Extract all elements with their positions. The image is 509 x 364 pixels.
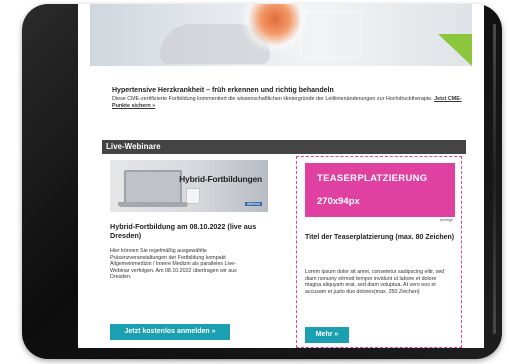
tablet-device: Hypertensive Herzkrankheit – früh erkenn…: [22, 4, 502, 359]
tablet-edge: [493, 24, 496, 334]
article-block: Hypertensive Herzkrankheit – früh erkenn…: [112, 86, 462, 110]
device-shadow: [30, 354, 490, 362]
hero-green-accent: [438, 34, 472, 66]
laptop-illustration: [124, 170, 182, 206]
teaser-line-1: TEASERPLATZIERUNG: [317, 173, 428, 184]
article-text: Diese CME-zertifizierte Fortbildung komm…: [112, 96, 433, 102]
teaser-title: Titel der Teaserplatzierung (max. 80 Zei…: [305, 234, 455, 241]
teaser-placement-card: TEASERPLATZIERUNG 270x94px Anzeige Titel…: [296, 156, 462, 348]
teaser-description: Lorem ipsum dolor sit amet, consetetur s…: [305, 269, 445, 295]
newsletter-screen: Hypertensive Herzkrankheit – früh erkenn…: [78, 4, 484, 348]
more-button[interactable]: Mehr »: [305, 327, 349, 343]
section-title: Live-Webinare: [106, 142, 161, 151]
laptop-base: [118, 202, 188, 207]
hero-image: [90, 4, 472, 66]
register-free-button[interactable]: Jetzt kostenlos anmelden »: [110, 324, 230, 340]
mug-illustration: [186, 188, 200, 204]
teaser-ad-box[interactable]: TEASERPLATZIERUNG 270x94px: [305, 163, 455, 217]
ad-label: Anzeige: [440, 218, 453, 222]
article-title: Hypertensive Herzkrankheit – früh erkenn…: [112, 87, 334, 94]
section-header-bar: Live-Webinare: [102, 140, 466, 154]
promo-image-label: Hybrid-Fortbildungen: [179, 174, 262, 184]
webinar-description: Hier können Sie regelmäßig ausgewählte P…: [110, 248, 237, 281]
teaser-line-2: 270x94px: [317, 196, 360, 207]
webinar-title: Hybrid-Fortbildung am 08.10.2022 (live a…: [110, 222, 257, 240]
article-description: Diese CME-zertifizierte Fortbildung komm…: [112, 96, 462, 110]
hero-ui-overlay: [300, 12, 362, 58]
promo-image-badge: Webinar: [245, 202, 262, 206]
hybrid-promo-image[interactable]: Hybrid-Fortbildungen Webinar: [110, 160, 268, 212]
webinar-card: Hybrid-Fortbildungen Webinar Hybrid-Fort…: [110, 160, 270, 281]
